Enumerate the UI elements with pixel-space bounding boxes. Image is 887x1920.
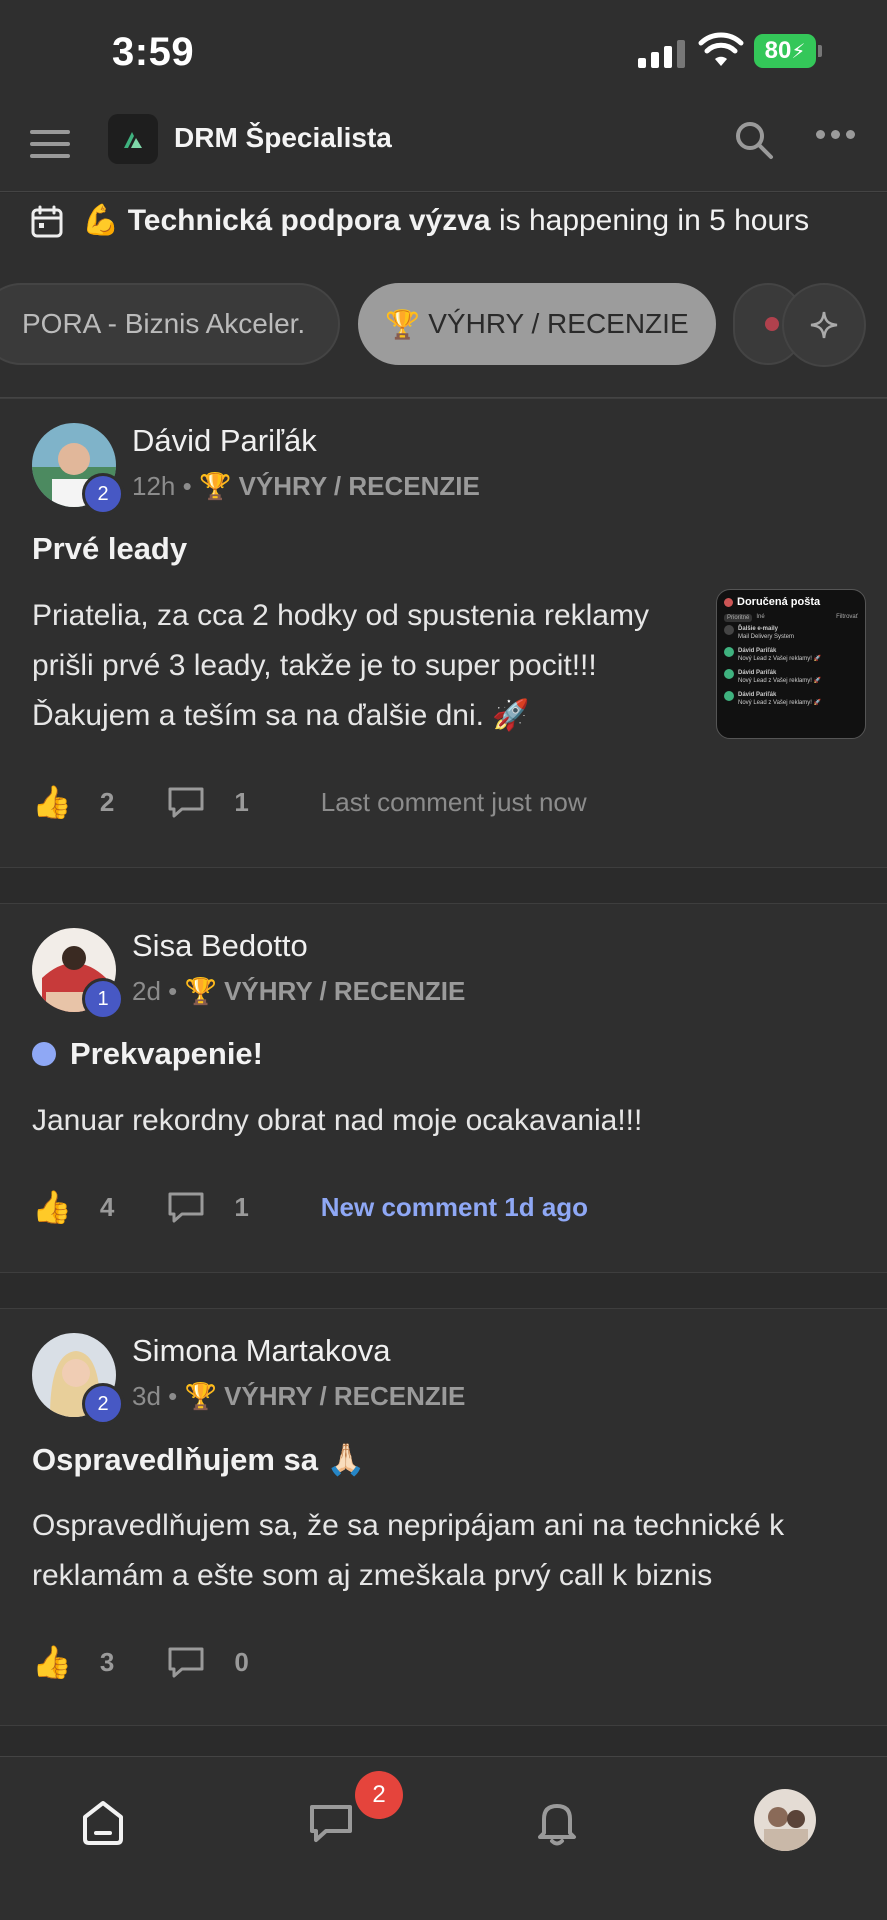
home-icon[interactable] — [76, 1795, 130, 1849]
comment-icon[interactable] — [166, 785, 206, 819]
topic-pill-vyhry[interactable]: 🏆 VÝHRY / RECENZIE — [358, 283, 716, 365]
logo-mark-icon — [124, 132, 142, 148]
trophy-emoji: 🏆 — [198, 471, 232, 501]
post-card[interactable]: 2 Dávid Pariľák 12h • 🏆 VÝHRY / RECENZIE… — [0, 398, 887, 868]
community-title[interactable]: DRM Špecialista — [174, 122, 392, 154]
thumb-tab: Iné — [756, 614, 765, 620]
status-bar: 3:59 80 ⚡ — [0, 0, 887, 100]
author-name[interactable]: Simona Martakova — [132, 1333, 390, 1369]
post-meta: 3d • 🏆 VÝHRY / RECENZIE — [132, 1381, 466, 1411]
flexed-biceps-emoji: 💪 — [82, 204, 120, 237]
thumb-title: Doručená pošta — [737, 596, 821, 608]
post-title-text: Prekvapenie! — [70, 1036, 263, 1071]
post-title[interactable]: Ospravedlňujem sa 🙏🏻 — [32, 1441, 365, 1478]
post-actions: 👍 2 1 Last comment just now — [32, 783, 587, 821]
post-time: 3d — [132, 1381, 161, 1411]
comment-icon[interactable] — [166, 1190, 206, 1224]
thumb-tab: Prioritné — [724, 614, 753, 622]
thumb-row-name: Dávid Pariľák — [738, 648, 777, 654]
clock: 3:59 — [112, 30, 195, 74]
last-comment-status[interactable]: Last comment just now — [321, 787, 587, 818]
battery-icon: 80 ⚡ — [754, 34, 816, 68]
level-badge: 1 — [82, 978, 124, 1020]
post-card[interactable]: 2 Simona Martakova 3d • 🏆 VÝHRY / RECENZ… — [0, 1308, 887, 1726]
post-title[interactable]: Prvé leady — [32, 531, 187, 567]
event-time-text: is happening in 5 hours — [490, 204, 810, 237]
event-banner-text: 💪 Technická podpora výzva is happening i… — [82, 203, 809, 238]
menu-icon[interactable] — [30, 124, 70, 164]
thumb-tab: Filtrovať — [836, 614, 858, 620]
post-category[interactable]: VÝHRY / RECENZIE — [224, 1381, 465, 1411]
post-body[interactable]: Januar rekordny obrat nad moje ocakavani… — [32, 1096, 852, 1146]
like-icon[interactable]: 👍 — [32, 1643, 72, 1681]
post-actions: 👍 3 0 — [32, 1643, 301, 1681]
topic-pill-label: PORA - Biznis Akceler. — [22, 308, 306, 339]
post-meta: 2d • 🏆 VÝHRY / RECENZIE — [132, 976, 466, 1006]
topic-pill-label: VÝHRY / RECENZIE — [428, 308, 689, 339]
battery-tip — [818, 45, 822, 57]
post-body[interactable]: Ospravedlňujem sa, že sa nepripájam ani … — [32, 1501, 862, 1601]
like-icon[interactable]: 👍 — [32, 783, 72, 821]
app-header: DRM Špecialista — [0, 100, 887, 192]
thumb-row-text: Mail Delivery System — [738, 634, 795, 640]
more-options-icon[interactable] — [816, 130, 855, 139]
thumb-row-name: Dávid Pariľák — [738, 692, 777, 698]
comment-icon[interactable] — [166, 1645, 206, 1679]
post-title[interactable]: Prekvapenie! — [32, 1036, 263, 1072]
event-name: Technická podpora výzva — [127, 204, 491, 237]
like-count: 4 — [99, 1191, 115, 1222]
trophy-emoji: 🏆 — [184, 1381, 217, 1411]
thumb-row-name: Ďalšie e-maily — [738, 626, 779, 632]
event-banner[interactable]: 💪 Technická podpora výzva is happening i… — [0, 193, 887, 253]
thumb-row-text: Nový Lead z Vašej reklamy! 🚀 — [738, 656, 822, 662]
post-time: 12h — [132, 471, 176, 501]
thumb-row-text: Nový Lead z Vašej reklamy! 🚀 — [738, 700, 822, 706]
chat-unread-badge: 2 — [355, 1771, 403, 1819]
post-meta: 12h • 🏆 VÝHRY / RECENZIE — [132, 471, 480, 501]
level-badge: 2 — [82, 1383, 124, 1425]
comment-count: 1 — [234, 786, 249, 817]
trophy-emoji: 🏆 — [184, 976, 217, 1006]
thumb-row-name: Dávid Pariľák — [738, 670, 777, 676]
profile-avatar[interactable] — [754, 1789, 816, 1851]
author-name[interactable]: Dávid Pariľák — [132, 423, 317, 459]
post-time: 2d — [132, 976, 161, 1006]
chat-icon[interactable] — [304, 1795, 358, 1849]
thumb-row-text: Nový Lead z Vašej reklamy! 🚀 — [738, 678, 822, 684]
author-name[interactable]: Sisa Bedotto — [132, 928, 308, 964]
sparkle-glyph — [810, 311, 838, 339]
topic-color-dot — [765, 317, 779, 331]
bottom-navigation: 2 — [0, 1756, 887, 1920]
bell-icon[interactable] — [530, 1795, 584, 1849]
post-actions: 👍 4 1 New comment 1d ago — [32, 1188, 588, 1226]
sparkle-icon[interactable] — [782, 283, 866, 367]
comment-count: 1 — [234, 1191, 249, 1222]
level-badge: 2 — [82, 473, 124, 515]
community-logo[interactable] — [108, 114, 158, 164]
like-count: 2 — [99, 786, 115, 817]
like-count: 3 — [99, 1646, 115, 1677]
post-category[interactable]: VÝHRY / RECENZIE — [239, 471, 480, 501]
topic-filter-bar: PORA - Biznis Akceler. 🏆 VÝHRY / RECENZI… — [0, 253, 887, 398]
new-comment-status[interactable]: New comment 1d ago — [321, 1192, 588, 1223]
topic-pill-podpora[interactable]: PORA - Biznis Akceler. — [0, 283, 340, 365]
post-category[interactable]: VÝHRY / RECENZIE — [224, 976, 465, 1006]
like-icon[interactable]: 👍 — [32, 1188, 72, 1226]
cellular-signal-icon — [638, 38, 685, 68]
unread-dot — [32, 1042, 56, 1066]
search-icon[interactable] — [732, 118, 776, 162]
battery-level: 80 — [764, 37, 792, 64]
calendar-icon — [31, 205, 63, 238]
wifi-icon — [698, 32, 744, 66]
comment-count: 0 — [234, 1646, 249, 1677]
trophy-emoji: 🏆 — [385, 308, 421, 340]
post-card[interactable]: 1 Sisa Bedotto 2d • 🏆 VÝHRY / RECENZIE P… — [0, 903, 887, 1273]
post-body[interactable]: Priatelia, za cca 2 hodky od spustenia r… — [32, 591, 702, 741]
post-attachment-image[interactable]: Doručená pošta Prioritné Iné Filtrovať Ď… — [716, 589, 866, 739]
